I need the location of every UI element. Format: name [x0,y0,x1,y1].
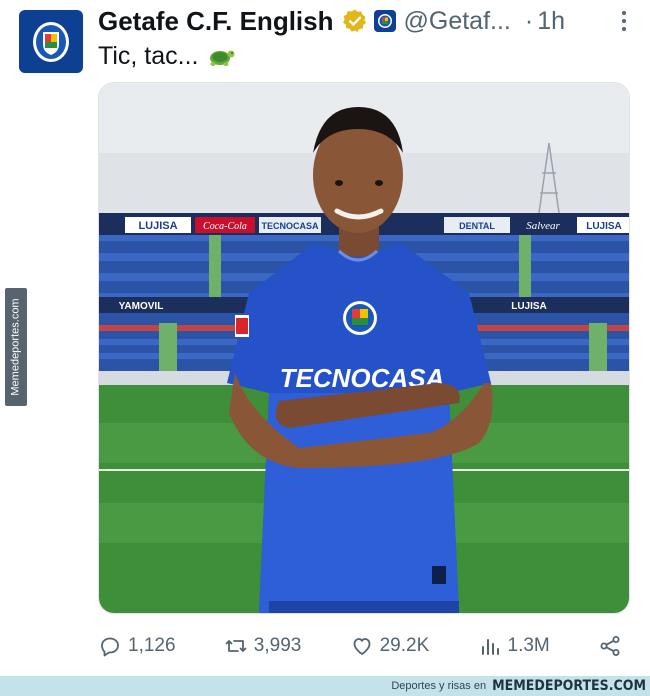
board-cocacola: Coca-Cola [203,221,247,232]
board-tecnocasa: TECNOCASA [261,221,319,231]
board-lujisa-2: LUJISA [586,221,622,232]
timestamp[interactable]: 1h [537,7,565,36]
display-name[interactable]: Getafe C.F. English [98,6,334,37]
avatar[interactable] [19,10,83,73]
board-yamovil: YAMOVIL [119,301,164,312]
side-watermark-text: Memedeportes.com [10,298,22,396]
repost-button[interactable]: 3,993 [224,634,302,658]
footer-brand: MEMEDEPORTES.COM [492,678,646,694]
like-button[interactable]: 29.2K [350,634,430,658]
share-button[interactable] [598,634,622,658]
handle[interactable]: @Getaf... [404,7,511,36]
view-count: 1.3M [507,635,550,656]
tweet-media[interactable]: LUJISA Coca-Cola TECNOCASA DENTAL Salvea… [98,82,630,614]
footer-tagline: Deportes y risas en [391,680,487,692]
analytics-icon [481,639,499,655]
share-icon [600,636,620,656]
like-count: 29.2K [379,635,430,656]
verified-badge-icon [342,9,366,32]
turtle-emoji-icon [210,50,235,66]
side-watermark: Memedeportes.com [5,288,27,406]
tweet-text: Tic, tac... [98,40,236,72]
tweet-text-content: Tic, tac... [98,41,199,70]
board-lujisa-lower: LUJISA [511,301,547,312]
views-button[interactable]: 1.3M [478,634,550,658]
board-dental: DENTAL [459,221,495,231]
reply-icon [101,637,119,657]
reply-button[interactable]: 1,126 [98,634,176,658]
tweet-actions: 1,126 3,993 29.2K 1.3M [98,628,622,664]
getafe-crest-icon [33,21,69,62]
repost-count: 3,993 [253,635,302,656]
board-lujisa: LUJISA [138,220,177,232]
heart-icon [353,638,370,655]
repost-icon [225,640,247,652]
affiliate-badge-icon[interactable] [373,10,396,32]
board-salvear: Salvear [526,220,560,232]
footer-watermark: Deportes y risas en MEMEDEPORTES.COM [0,676,650,696]
media-photo: LUJISA Coca-Cola TECNOCASA DENTAL Salvea… [99,83,629,613]
more-options-icon[interactable] [612,9,636,33]
reply-count: 1,126 [128,635,176,656]
tweet-header: Getafe C.F. English @Getaf... · 1h [98,4,636,38]
separator-dot: · [524,6,534,35]
